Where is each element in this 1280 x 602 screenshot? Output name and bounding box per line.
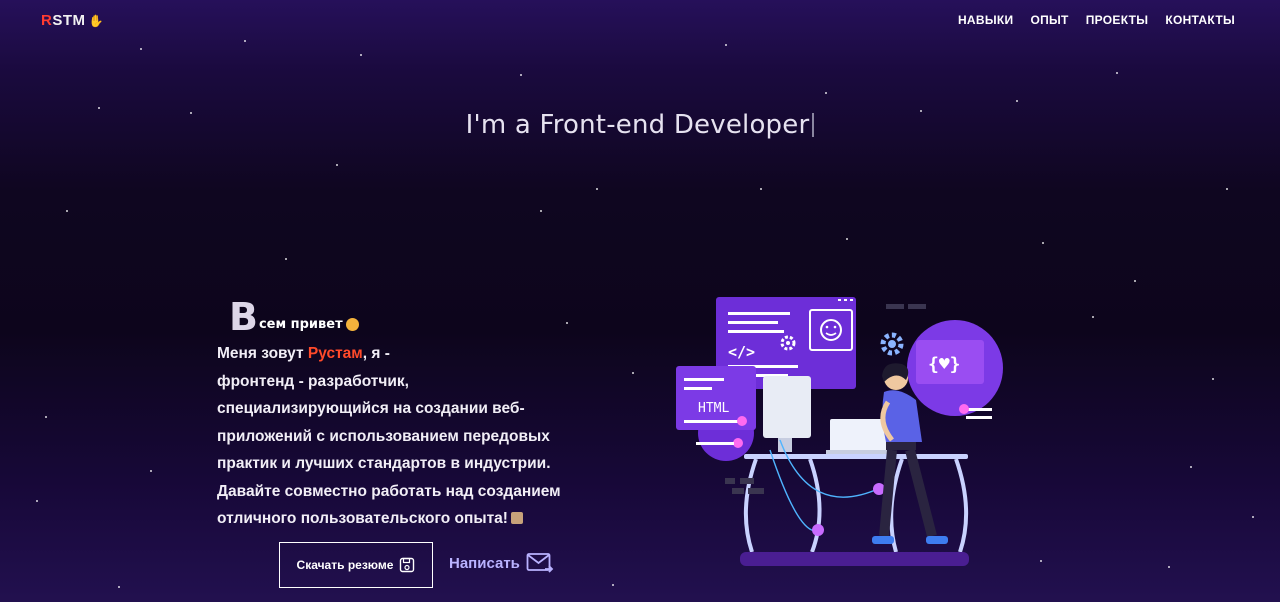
download-resume-label: Скачать резюме [296, 558, 394, 572]
greeting: В сем привет [217, 298, 617, 336]
greeting-initial: В [229, 295, 258, 339]
bio-line: фронтенд - разработчик, [217, 372, 409, 390]
braces-label: {♥} [928, 354, 961, 375]
write-message-button[interactable]: Написать [449, 552, 554, 574]
bio-line: Давайте совместно работать над созданием [217, 482, 561, 500]
desk [744, 454, 968, 459]
envelope-icon [526, 553, 554, 573]
blue-gear-icon [880, 332, 904, 356]
logo-accent-letter: R [41, 12, 53, 29]
nav-link-contacts[interactable]: КОНТАКТЫ [1165, 13, 1235, 27]
nav-link-projects[interactable]: ПРОЕКТЫ [1086, 13, 1149, 27]
starfield-background [0, 0, 1280, 602]
greeting-text: сем привет [258, 317, 343, 332]
bio-line: специализирующийся на создании веб- [217, 400, 525, 417]
download-resume-button[interactable]: Скачать резюме [279, 542, 433, 588]
write-message-label: Написать [449, 554, 520, 572]
waving-hand-icon: ✋ [88, 13, 104, 28]
bio-suffix: , я - [362, 345, 390, 362]
html-label: HTML [698, 401, 729, 416]
developer-illustration: </> HTML {♥} [676, 297, 1003, 566]
save-icon [400, 557, 415, 573]
bio-prefix: Меня зовут [217, 345, 308, 362]
hero-headline: I'm a Front-end Developer [0, 110, 1280, 140]
bio-line: приложений с использованием передовых [217, 427, 550, 445]
site-header: R STM ✋ НАВЫКИ ОПЫТ ПРОЕКТЫ КОНТАКТЫ [0, 0, 1280, 42]
bio-line: практик и лучших стандартов в индустрии. [217, 455, 551, 472]
logo[interactable]: R STM ✋ [41, 12, 104, 29]
smile-emoji-icon [345, 318, 359, 331]
main-nav: НАВЫКИ ОПЫТ ПРОЕКТЫ КОНТАКТЫ [958, 13, 1235, 27]
monitor [763, 376, 811, 438]
bio-line: отличного пользовательского опыта! [217, 510, 508, 527]
bio-line-intro: Меня зовут Рустам, я - [217, 340, 617, 368]
bio-line-last: отличного пользовательского опыта! [217, 505, 617, 533]
author-name: Рустам [307, 345, 363, 362]
floor-shelf [740, 552, 969, 566]
code-tag-label: </> [728, 343, 755, 361]
nav-link-experience[interactable]: ОПЫТ [1030, 13, 1068, 27]
nav-link-skills[interactable]: НАВЫКИ [958, 13, 1014, 27]
technologist-emoji-icon [510, 512, 523, 524]
headline-text: I'm a Front-end Developer [465, 110, 810, 140]
logo-text: STM [52, 12, 86, 29]
laptop [830, 419, 886, 454]
typing-cursor [812, 113, 815, 137]
intro-block: В сем привет Меня зовут Рустам, я - фрон… [217, 298, 617, 533]
bio-text: Меня зовут Рустам, я - фронтенд - разраб… [217, 340, 617, 533]
